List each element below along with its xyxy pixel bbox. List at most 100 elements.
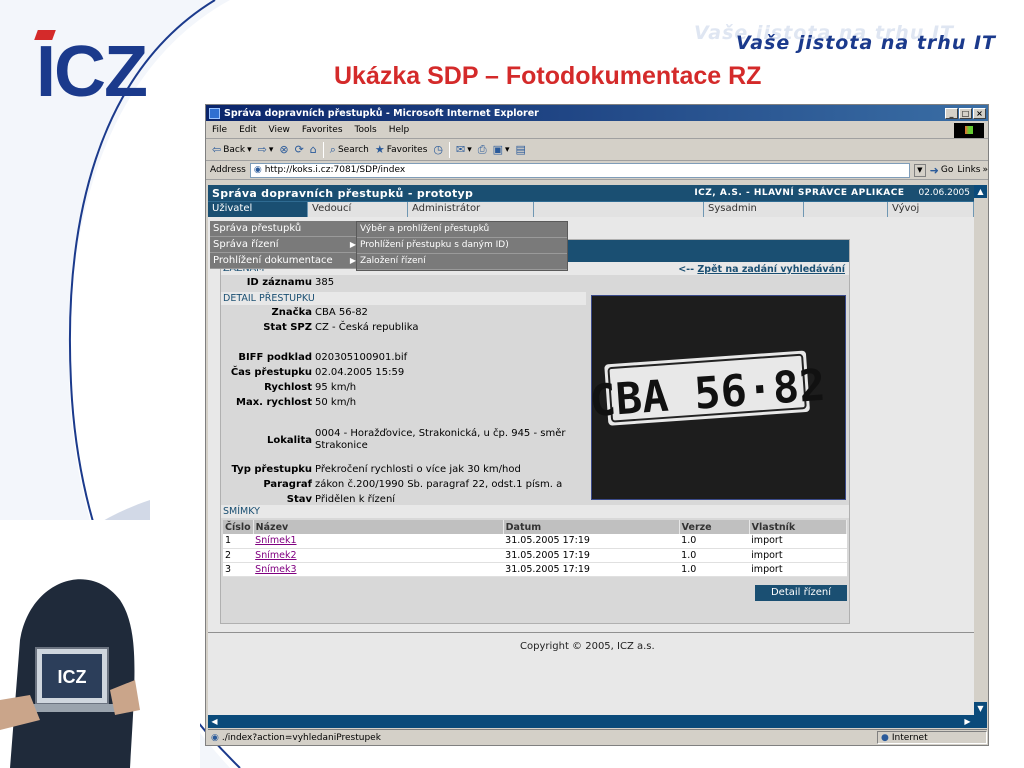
forward-arrow-icon: ⇨ <box>257 143 267 156</box>
menu-file[interactable]: File <box>212 125 227 135</box>
submenu-item-vyber[interactable]: Výběr a prohlížení přestupků <box>357 222 567 238</box>
cell-cislo: 2 <box>223 548 254 563</box>
field-paragraph: Paragraf zákon č.200/1990 Sb. paragraf 2… <box>263 479 563 490</box>
minimize-button[interactable]: _ <box>945 107 958 119</box>
field-time: Čas přestupku 02.04.2005 15:59 <box>230 367 405 378</box>
menu-help[interactable]: Help <box>389 125 410 135</box>
history-button[interactable]: ◷ <box>433 143 443 156</box>
menu-view[interactable]: View <box>269 125 290 135</box>
cell-verze: 1.0 <box>679 562 750 577</box>
nav-tab-uzivatel[interactable]: Uživatel <box>208 202 308 217</box>
nav-tab-vedouci[interactable]: Vedoucí <box>308 202 408 217</box>
close-button[interactable]: × <box>973 107 986 119</box>
table-row: 2 Snímek2 31.05.2005 17:19 1.0 import <box>223 548 847 563</box>
toolbar: ⇦ Back ▾ ⇨ ▾ ⊗ ⟳ ⌂ ⌕ Search ★ Favorites ◷ ✉… <box>206 139 988 161</box>
scroll-up-arrow-icon[interactable]: ▲ <box>974 185 987 198</box>
links-button[interactable]: Links » <box>957 165 988 175</box>
image-link[interactable]: Snímek2 <box>255 550 296 561</box>
menu-item-sprava-prestupku[interactable]: Správa přestupků <box>210 221 360 237</box>
discuss-icon: ▤ <box>515 143 526 156</box>
nav-tab-sysadmin[interactable]: Sysadmin <box>704 202 804 217</box>
menu-favorites[interactable]: Favorites <box>302 125 343 135</box>
menu-edit[interactable]: Edit <box>239 125 256 135</box>
toolbar-separator <box>449 141 451 158</box>
favorites-icon: ★ <box>374 143 385 156</box>
submenu-item-zalozeni[interactable]: Založení řízení <box>357 254 567 270</box>
page-viewport: Správa dopravních přestupků - prototyp I… <box>208 185 974 715</box>
vertical-scrollbar[interactable]: ▲ ▼ <box>974 185 987 715</box>
col-nazev: Název <box>253 520 504 534</box>
app-title: Správa dopravních přestupků - prototyp <box>212 186 474 200</box>
refresh-button[interactable]: ⟳ <box>295 143 304 156</box>
license-plate-photo[interactable]: CBA 56·82 <box>591 295 846 500</box>
maximize-button[interactable]: □ <box>959 107 972 119</box>
footer-divider <box>208 632 974 633</box>
icz-logo: ICZ <box>34 30 148 108</box>
favorites-button[interactable]: ★ Favorites <box>375 143 428 156</box>
scroll-left-arrow-icon[interactable]: ◀ <box>208 715 221 728</box>
address-url: http://koks.i.cz:7081/SDP/index <box>264 165 406 175</box>
globe-icon: ● <box>881 732 889 743</box>
print-button[interactable]: ⎙ <box>478 143 487 157</box>
image-link[interactable]: Snímek1 <box>255 535 296 546</box>
stop-button[interactable]: ⊗ <box>279 143 288 156</box>
window-titlebar: Správa dopravních přestupků - Microsoft … <box>206 105 988 121</box>
cell-datum: 31.05.2005 17:19 <box>503 534 680 549</box>
cell-datum: 31.05.2005 17:19 <box>503 562 680 577</box>
cell-datum: 31.05.2005 17:19 <box>503 548 680 563</box>
record-panel: ZÁZNAM <-- Zpět na zadání vyhledávání ID… <box>220 239 850 624</box>
address-dropdown-button[interactable]: ▼ <box>914 163 926 177</box>
mail-button[interactable]: ✉ ▾ <box>456 143 472 156</box>
field-status: Stav Přidělen k řízení <box>286 494 396 505</box>
menu-bar: File Edit View Favorites Tools Help <box>206 121 988 139</box>
field-biff: BIFF podklad 020305100901.bif <box>238 352 408 363</box>
images-table: Číslo Název Datum Verze Vlastník 1 Sníme… <box>223 520 848 577</box>
status-text: ./index?action=vyhledaniPrestupek <box>221 732 381 743</box>
discuss-button[interactable]: ▤ <box>516 143 526 156</box>
menu-tools[interactable]: Tools <box>355 125 377 135</box>
detail-rizeni-button[interactable]: Detail řízení <box>755 585 847 601</box>
forward-button[interactable]: ⇨ ▾ <box>258 143 274 156</box>
slide-title: Ukázka SDP – Fotodokumentace RZ <box>334 62 762 90</box>
cell-vlastnik: import <box>749 534 847 549</box>
field-speed: Rychlost 95 km/h <box>264 382 357 393</box>
scroll-down-arrow-icon[interactable]: ▼ <box>974 702 987 715</box>
app-nav: Uživatel Vedoucí Administrátor Sysadmin … <box>208 201 974 217</box>
window-title: Správa dopravních přestupků - Microsoft … <box>224 107 539 119</box>
nav-tab-vyvoj[interactable]: Vývoj <box>888 202 974 217</box>
nav-tab-administrator[interactable]: Administrátor <box>408 202 534 217</box>
search-button[interactable]: ⌕ Search <box>330 143 369 157</box>
back-button[interactable]: ⇦ Back ▾ <box>212 143 252 156</box>
go-button[interactable]: ➜ Go <box>930 164 954 177</box>
edit-button[interactable]: ▣ ▾ <box>493 143 510 156</box>
address-bar: Address ◉ http://koks.i.cz:7081/SDP/inde… <box>206 161 988 180</box>
toolbar-separator <box>322 141 324 158</box>
back-to-search-link[interactable]: <-- Zpět na zadání vyhledávání <box>678 264 845 275</box>
ie-window: Správa dopravních přestupků - Microsoft … <box>205 104 989 746</box>
history-icon: ◷ <box>433 143 444 156</box>
image-link[interactable]: Snímek3 <box>255 564 296 575</box>
menu-item-sprava-rizeni[interactable]: Správa řízení ▶ <box>210 237 360 253</box>
user-dropdown-menu: Správa přestupků Správa řízení ▶ Prohlíže… <box>210 221 360 269</box>
table-header-row: Číslo Název Datum Verze Vlastník <box>223 520 848 534</box>
horizontal-scrollbar[interactable]: ◀ ▶ <box>208 715 987 728</box>
home-button[interactable]: ⌂ <box>310 143 317 156</box>
security-zone: ● Internet <box>877 731 987 744</box>
scroll-right-arrow-icon[interactable]: ▶ <box>961 715 974 728</box>
col-datum: Datum <box>503 520 680 534</box>
field-state: Stat SPZ CZ - Česká republika <box>263 322 419 333</box>
cell-verze: 1.0 <box>679 534 750 549</box>
page-icon: ◉ <box>253 165 262 175</box>
submenu-item-prohlizeni[interactable]: Prohlížení přestupku s daným ID) <box>357 238 567 254</box>
menu-item-prohlizeni-dokumentace[interactable]: Prohlížení dokumentace ▶ <box>210 253 360 269</box>
address-input[interactable]: ◉ http://koks.i.cz:7081/SDP/index <box>249 162 911 178</box>
col-verze: Verze <box>679 520 750 534</box>
print-icon: ⎙ <box>477 142 487 156</box>
field-type: Typ přestupku Překročení rychlosti o víc… <box>231 464 521 475</box>
nav-tab-empty <box>534 202 704 217</box>
home-icon: ⌂ <box>309 143 317 156</box>
mail-icon: ✉ <box>456 143 466 156</box>
refresh-icon: ⟳ <box>294 143 304 156</box>
back-arrow-icon: ⇦ <box>212 143 222 156</box>
cell-vlastnik: import <box>749 548 847 563</box>
